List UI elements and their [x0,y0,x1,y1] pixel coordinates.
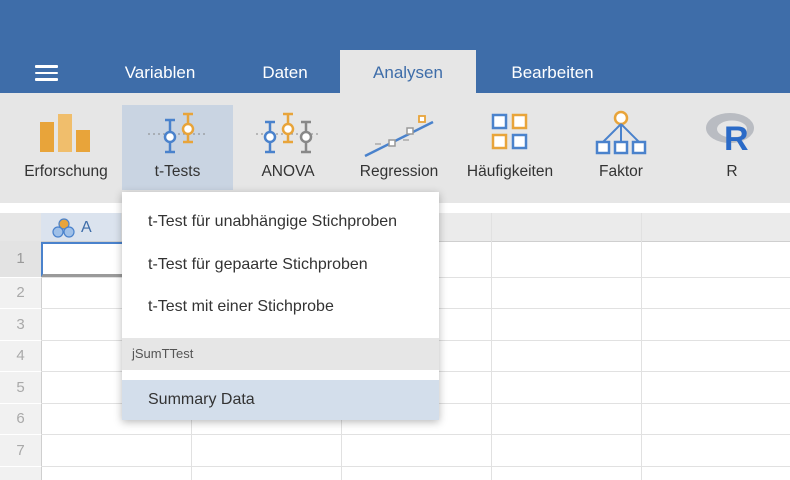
regression-label: Regression [359,163,439,180]
tab-variablen[interactable]: Variablen [100,50,220,93]
row-divider [41,434,790,435]
anova-icon [252,110,324,163]
menu-item-paired-samples-t-test[interactable]: t-Test für gepaarte Stichproben [122,245,439,285]
t-tests-icon [142,110,214,163]
frequencies-button[interactable]: Häufigkeiten [455,105,565,185]
tab-analysen[interactable]: Analysen [340,50,476,93]
exploration-bar-chart-icon [36,110,96,159]
factor-label: Faktor [599,163,643,180]
corner-cell[interactable] [0,213,42,241]
menu-item-summary-data[interactable]: Summary Data [122,380,439,420]
anova-button[interactable]: ANOVA [236,105,340,185]
row-number[interactable]: 7 [0,435,42,466]
row-number[interactable]: 3 [0,309,42,340]
column-divider [641,213,642,480]
frequencies-label: Häufigkeiten [466,163,554,180]
row-number[interactable]: 4 [0,341,42,371]
row-number[interactable]: 1 [0,241,42,277]
column-a-label: A [81,219,92,236]
factor-button[interactable]: Faktor [570,105,672,185]
menu-item-one-sample-t-test[interactable]: t-Test mit einer Stichprobe [122,287,439,327]
regression-button[interactable]: Regression [350,105,448,185]
r-logo-icon: R [704,110,760,159]
svg-text:R: R [724,120,749,154]
regression-icon [361,110,437,163]
row-number[interactable]: 6 [0,404,42,434]
exploration-label: Erforschung [24,163,108,180]
r-label: R [726,163,738,180]
frequencies-icon [488,110,532,159]
row-number[interactable] [0,467,42,480]
r-button[interactable]: R R [682,105,782,185]
tab-daten[interactable]: Daten [235,50,335,93]
row-divider [41,466,790,467]
analyses-ribbon: Erforschung t-Tests ANOVA Regression Häu… [0,93,790,203]
nominal-variable-icon [52,218,76,243]
t-tests-button[interactable]: t-Tests [122,105,233,190]
anova-label: ANOVA [261,163,315,180]
menu-item-independent-samples-t-test[interactable]: t-Test für unabhängige Stichproben [122,202,439,242]
t-tests-dropdown-menu: t-Test für unabhängige Stichproben t-Tes… [122,192,439,420]
column-divider [491,213,492,480]
exploration-button[interactable]: Erforschung [12,105,120,185]
t-tests-label: t-Tests [154,163,201,180]
factor-icon [595,110,647,161]
row-number[interactable]: 5 [0,372,42,403]
row-number[interactable]: 2 [0,278,42,308]
module-section-label: jSumTTest [122,338,439,370]
tab-bearbeiten[interactable]: Bearbeiten [490,50,615,93]
hamburger-menu-icon[interactable] [35,65,59,81]
